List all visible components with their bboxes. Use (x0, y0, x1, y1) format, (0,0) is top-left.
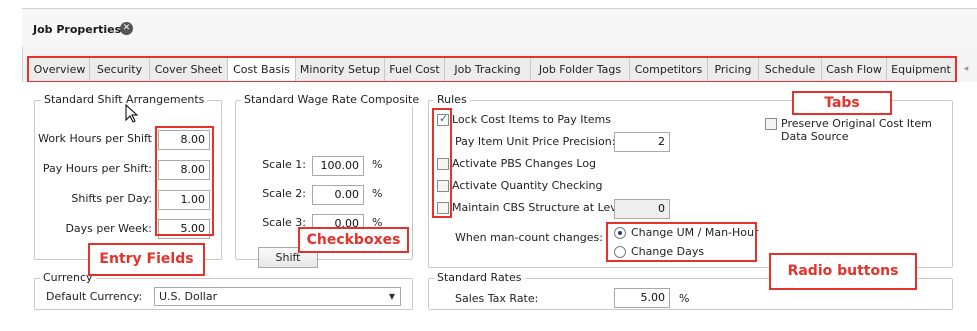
pay-hours-label: Pay Hours per Shift: (42, 162, 152, 175)
lock-cost-items-label: Lock Cost Items to Pay Items (452, 113, 611, 126)
scale2-label: Scale 2: (262, 187, 306, 200)
default-currency-label: Default Currency: (46, 290, 143, 303)
quantity-checking-label: Activate Quantity Checking (452, 179, 603, 192)
shifts-per-day-label: Shifts per Day: (71, 192, 152, 205)
mouse-cursor-icon (125, 104, 139, 123)
scale1-label: Scale 1: (262, 158, 306, 171)
sales-tax-input[interactable]: 5.00 (614, 288, 670, 308)
scale3-label: Scale 3: (262, 216, 306, 229)
precision-input[interactable]: 2 (614, 132, 670, 152)
default-currency-select[interactable]: U.S. Dollar ▼ (154, 287, 401, 306)
scale1-input[interactable]: 100.00 (312, 156, 364, 176)
entry-fields-highlight-box (155, 126, 214, 236)
precision-label: Pay Item Unit Price Precision: (455, 135, 616, 148)
preserve-source-label-2: Data Source (781, 130, 849, 143)
preserve-source-checkbox[interactable] (765, 118, 777, 130)
cbs-structure-label: Maintain CBS Structure at Level: (452, 201, 631, 214)
scale1-percent: % (372, 158, 383, 171)
close-icon[interactable]: ✕ (120, 22, 133, 35)
cbs-level-input[interactable]: 0 (614, 199, 670, 219)
annotation-tabs: Tabs (792, 91, 892, 115)
work-hours-label: Work Hours per Shift (38, 132, 152, 145)
days-per-week-label: Days per Week: (65, 222, 152, 235)
sales-tax-percent: % (679, 292, 690, 305)
sales-tax-label: Sales Tax Rate: (455, 292, 539, 305)
scale2-percent: % (372, 187, 383, 200)
tab-scroll-left-icon[interactable]: ◂ (960, 62, 972, 76)
preserve-source-label-1: Preserve Original Cost Item (781, 117, 932, 130)
annotation-checkboxes: Checkboxes (298, 227, 409, 253)
annotation-radio-buttons: Radio buttons (769, 253, 917, 290)
annotation-entry-fields: Entry Fields (88, 243, 205, 276)
pbs-changes-label: Activate PBS Changes Log (452, 157, 597, 170)
scale2-input[interactable]: 0.00 (312, 185, 364, 205)
chevron-down-icon: ▼ (388, 292, 395, 301)
checkboxes-highlight-box (432, 108, 452, 218)
rules-group-title: Rules (434, 93, 470, 106)
window-title[interactable]: Job Properties (33, 23, 121, 36)
tabs-highlight-box (27, 56, 957, 83)
radio-buttons-highlight-box (606, 222, 757, 262)
standard-rates-title: Standard Rates (434, 271, 525, 284)
default-currency-value: U.S. Dollar (159, 290, 218, 303)
document-tab-strip (22, 9, 977, 47)
wage-group-title: Standard Wage Rate Composite (241, 93, 423, 106)
man-count-label: When man-count changes: (455, 231, 603, 244)
